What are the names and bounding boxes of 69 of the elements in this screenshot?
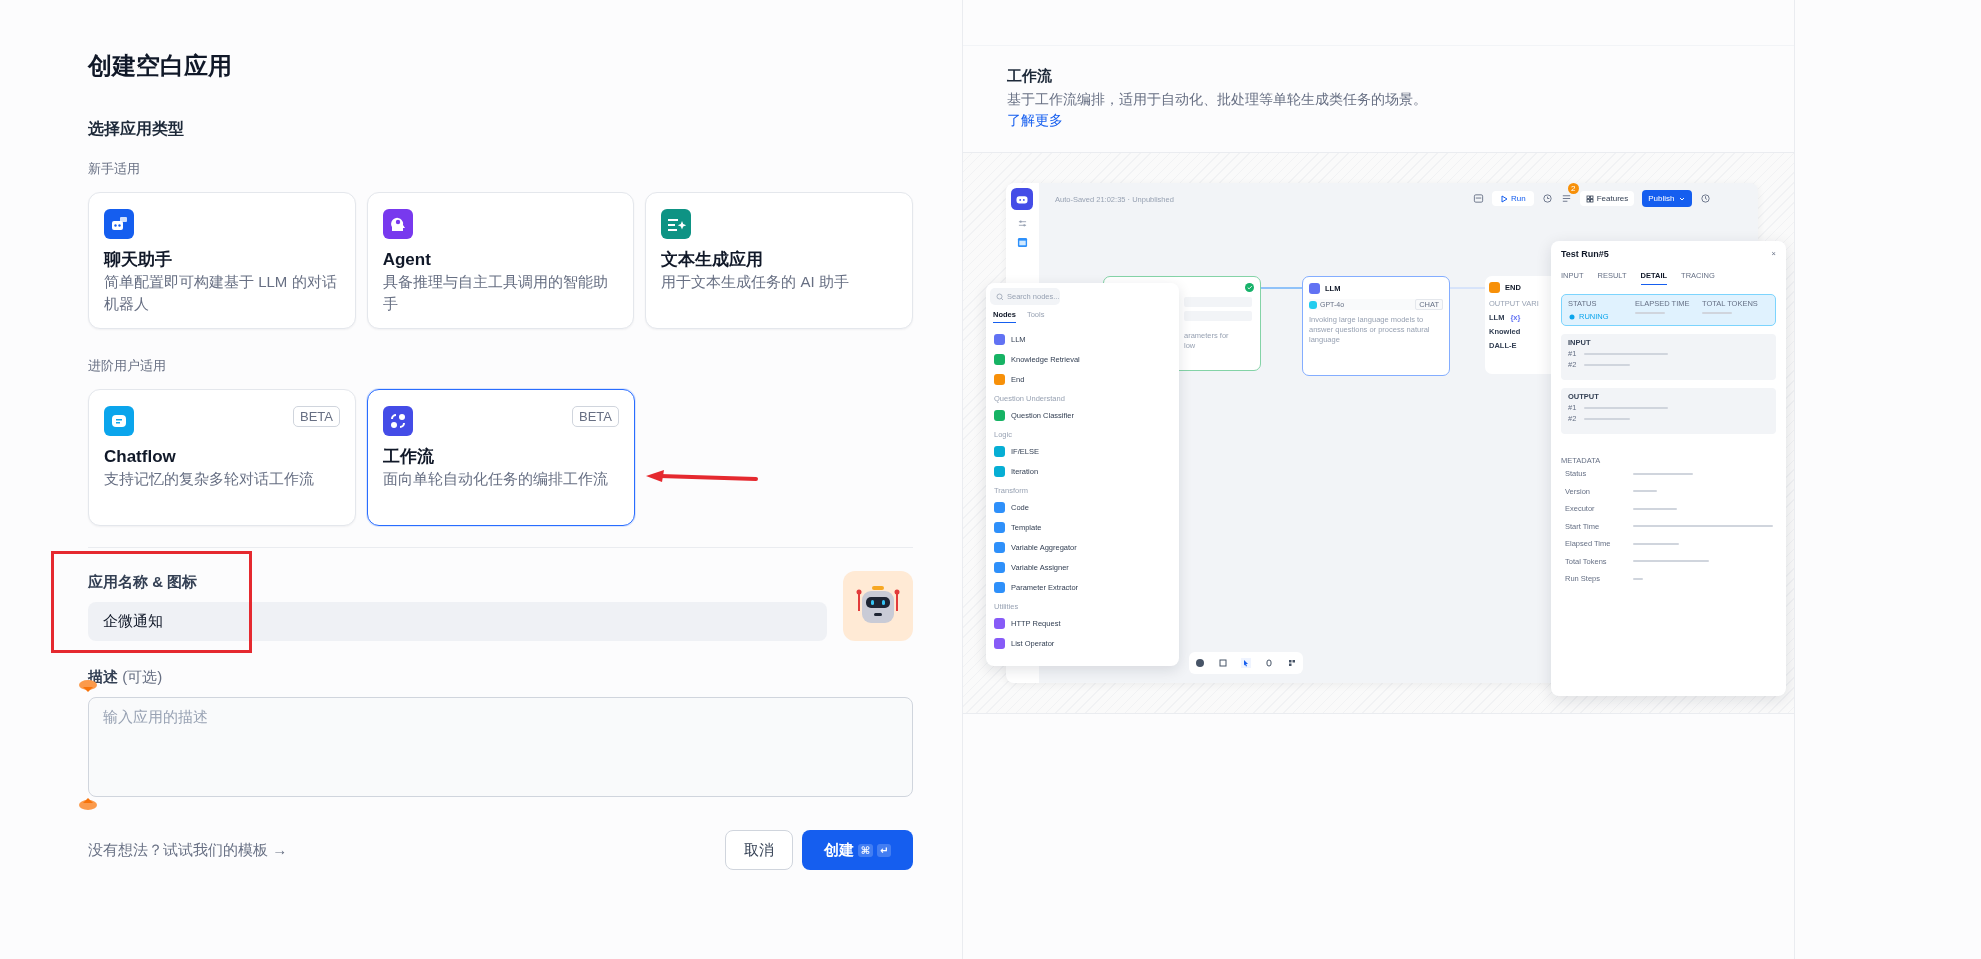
card-description: 具备推理与自主工具调用的智能助手	[382, 272, 609, 314]
section-title: 选择应用类型	[88, 119, 185, 139]
card-description: 简单配置即可构建基于 LLM 的对话机器人	[104, 272, 338, 314]
history-icon[interactable]	[1699, 193, 1711, 204]
learn-more-link[interactable]: 了解更多	[1007, 112, 1063, 128]
grid-icon	[1585, 194, 1594, 203]
count-badge: 2	[1567, 183, 1579, 194]
template-link[interactable]: 没有想法？试试我们的模板 →	[88, 840, 288, 860]
beta-badge: BETA	[293, 406, 340, 427]
play-icon	[1500, 194, 1508, 203]
app-type-card[interactable]: BETA Chatflow 支持记忆的复杂多轮对话工作流	[88, 389, 356, 526]
end-node-icon	[1489, 282, 1500, 293]
redacted-bar	[1633, 577, 1643, 580]
card-description: 支持记忆的复杂多轮对话工作流	[104, 469, 315, 489]
info-description: 基于工作流编排，适用于自动化、批处理等单轮生成类任务的场景。 了解更多	[1007, 90, 1428, 130]
status-dot-icon	[1568, 312, 1576, 321]
redacted-bar	[1584, 417, 1631, 420]
text-sparkle-icon	[661, 209, 692, 239]
description-field[interactable]: 输入应用的描述	[88, 697, 913, 797]
window-icon	[1017, 237, 1028, 248]
pointer-icon[interactable]	[1241, 658, 1251, 668]
cancel-button[interactable]: 取消	[725, 830, 793, 870]
card-title: 文本生成应用	[661, 249, 765, 271]
redacted-bar	[1633, 542, 1679, 545]
layout-icon[interactable]	[1286, 658, 1297, 668]
app-type-card[interactable]: 聊天助手 简单配置即可构建基于 LLM 的对话机器人	[88, 192, 356, 329]
robot-icon[interactable]	[843, 571, 913, 641]
checklist-icon[interactable]	[1560, 193, 1572, 204]
redacted-bar	[1633, 490, 1657, 493]
redacted-bar	[1584, 363, 1631, 366]
features-button[interactable]: Features	[1579, 191, 1635, 206]
check-icon	[1245, 283, 1254, 292]
chat-bubble-icon	[104, 406, 134, 436]
create-button[interactable]: 创建 ⌘ ↵	[802, 830, 913, 870]
group-label: 新手适用	[88, 160, 141, 178]
agent-head-icon	[382, 209, 413, 239]
panel-title: Test Run#5	[1561, 249, 1609, 259]
name-field[interactable]: 企微通知	[88, 602, 827, 641]
redacted-bar	[1633, 507, 1677, 510]
robot-icon	[1011, 188, 1033, 210]
field-label: 应用名称 & 图标	[88, 572, 199, 592]
card-title: Chatflow	[104, 446, 177, 468]
group-label: 进阶用户适用	[88, 357, 167, 375]
app-type-card[interactable]: Agent 具备推理与自主工具调用的智能助手	[366, 192, 635, 329]
marker-icon	[78, 797, 98, 811]
card-title: Agent	[382, 249, 432, 271]
sliders-icon	[1018, 219, 1027, 228]
card-description: 用于文本生成任务的 AI 助手	[661, 272, 850, 292]
card-description: 面向单轮自动化任务的编排工作流	[383, 469, 609, 489]
history-icon[interactable]	[1541, 193, 1553, 204]
app-type-card[interactable]: 文本生成应用 用于文本生成任务的 AI 助手	[645, 192, 913, 329]
add-icon[interactable]	[1195, 658, 1206, 668]
info-title: 工作流	[1007, 66, 1053, 86]
llm-node-icon	[1309, 283, 1320, 294]
beta-badge: BETA	[572, 406, 619, 427]
workflow-icon	[383, 406, 413, 436]
model-icon	[1309, 300, 1317, 309]
search-icon	[996, 292, 1004, 301]
optional-hint: (可选)	[122, 668, 163, 685]
run-button[interactable]: Run	[1492, 191, 1534, 206]
card-title: 聊天助手	[104, 249, 173, 271]
publish-button[interactable]: Publish	[1642, 190, 1692, 207]
redacted-bar	[1633, 472, 1693, 475]
card-title: 工作流	[383, 446, 435, 468]
note-icon[interactable]	[1218, 658, 1229, 668]
chat-bot-icon	[104, 209, 134, 239]
app-type-card[interactable]: BETA 工作流 面向单轮自动化任务的编排工作流	[367, 389, 635, 526]
connector-line	[1261, 286, 1302, 290]
dialog-title: 创建空白应用	[88, 51, 233, 81]
